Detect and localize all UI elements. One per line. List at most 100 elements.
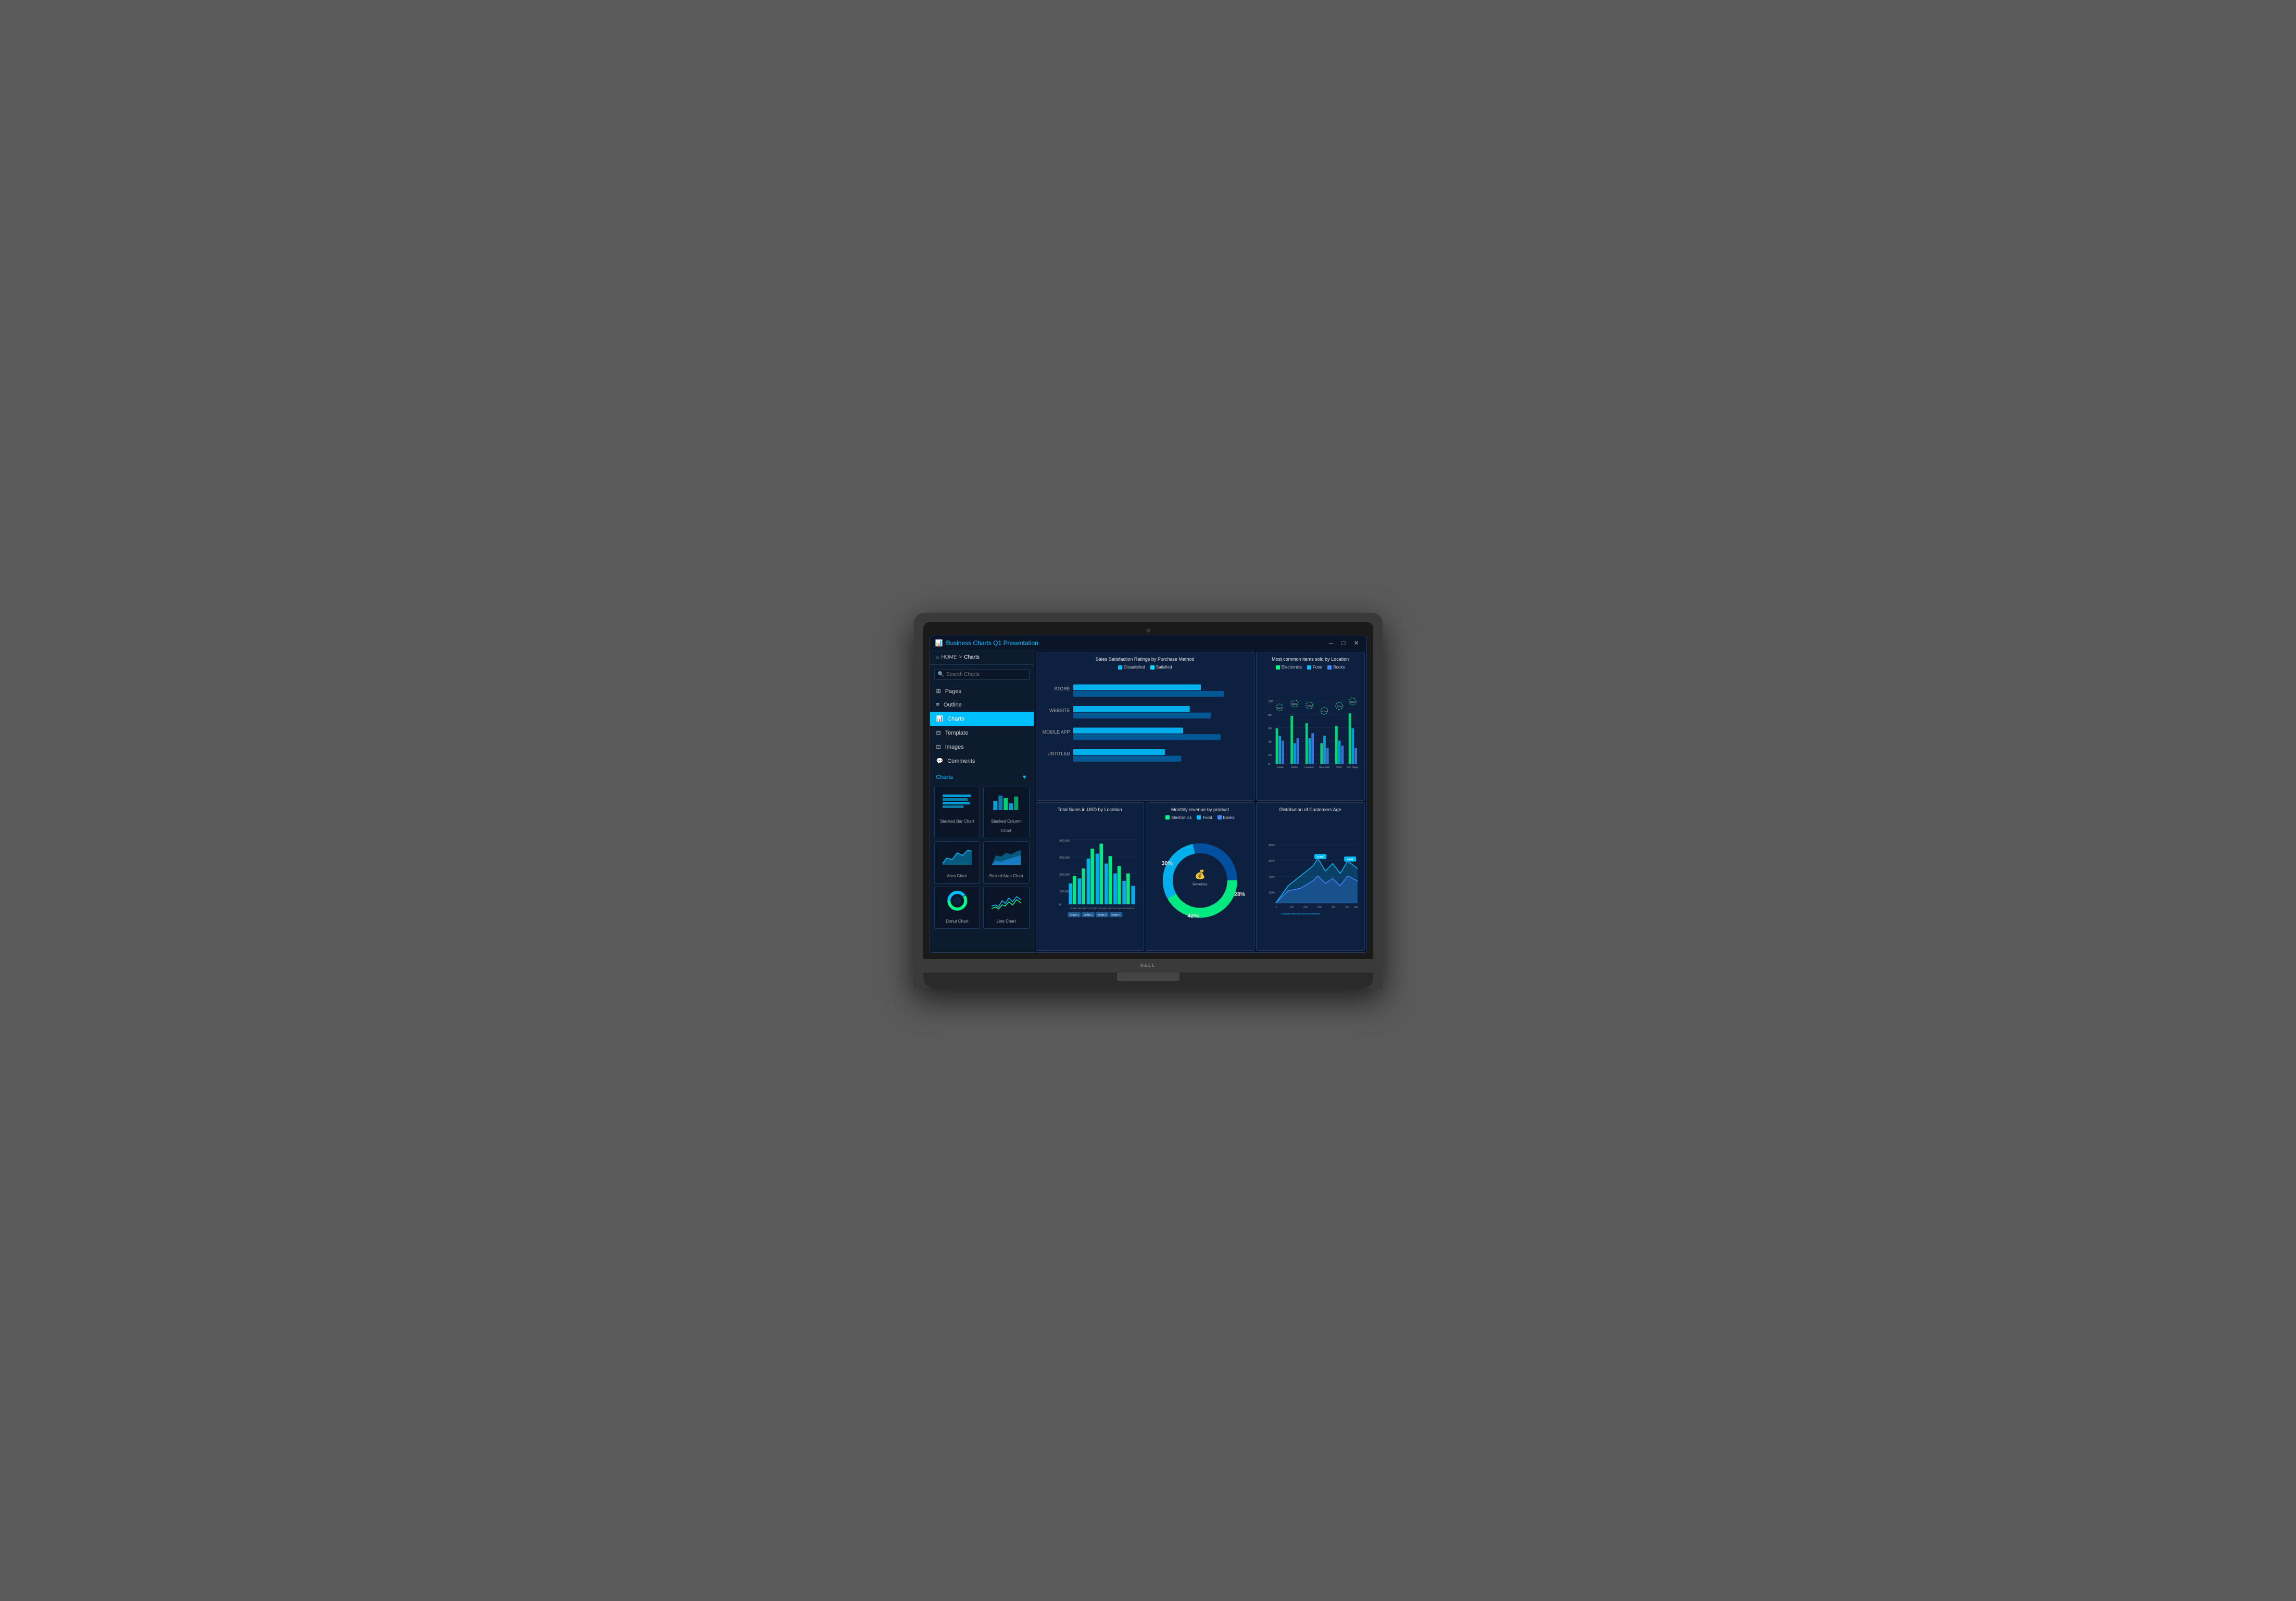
laptop-base — [923, 959, 1373, 969]
svg-text:42%: 42% — [1188, 913, 1199, 919]
sidebar-item-outline[interactable]: ≡ Outline — [930, 698, 1034, 712]
svg-text:42%: 42% — [1322, 710, 1327, 713]
svg-text:FY18: FY18 — [1095, 907, 1099, 910]
svg-text:FY18: FY18 — [1120, 907, 1124, 910]
legend-dot-food — [1307, 665, 1311, 670]
sidebar-item-charts[interactable]: 📊 Charts — [930, 712, 1034, 726]
charts-subsection-header[interactable]: Charts ▼ — [930, 771, 1034, 784]
sidebar-item-comments[interactable]: 💬 Comments — [930, 754, 1034, 768]
svg-text:77%: 77% — [1337, 705, 1342, 709]
monthly-revenue-legend: Electronics Food Books — [1150, 815, 1250, 820]
pages-label: Pages — [945, 688, 961, 695]
rev-dot-food — [1197, 815, 1201, 820]
svg-text:400: 400 — [1331, 905, 1335, 909]
charts-nav-icon: 📊 — [936, 715, 944, 722]
comments-label: Comments — [947, 758, 975, 764]
legend-satisfied: Satisfied — [1150, 665, 1172, 670]
svg-text:UNTITLED: UNTITLED — [1047, 751, 1070, 756]
svg-text:300: 300 — [1318, 905, 1322, 909]
close-button[interactable]: ✕ — [1351, 639, 1361, 647]
svg-text:300,000: 300,000 — [1059, 856, 1070, 860]
total-sales-panel: Total Sales in USD by Location 400,000 3… — [1036, 802, 1145, 951]
charts-subsection-label: Charts — [936, 774, 953, 780]
svg-text:FY16: FY16 — [1070, 907, 1075, 910]
rev-legend-electronics: Electronics — [1165, 815, 1191, 820]
search-icon: 🔍 — [938, 672, 944, 677]
content-area: Sales Satisfaction Ratings by Purchase M… — [1034, 650, 1366, 952]
template-label: Template — [945, 730, 969, 736]
minimize-button[interactable]: ─ — [1327, 639, 1336, 647]
sidebar-item-images[interactable]: ⊡ Images — [930, 740, 1034, 754]
svg-text:New York: New York — [1319, 766, 1330, 769]
svg-text:30%: 30% — [1162, 860, 1173, 866]
breadcrumb-home[interactable]: HOME — [942, 654, 957, 660]
svg-text:San Diego: San Diego — [1347, 766, 1359, 769]
legend-dot-books — [1327, 665, 1332, 670]
svg-text:500: 500 — [1345, 905, 1349, 909]
svg-text:Paris: Paris — [1336, 766, 1342, 769]
rev-books-label: Books — [1223, 815, 1235, 820]
maximize-button[interactable]: □ — [1339, 639, 1347, 647]
legend-dot-satisfied — [1150, 665, 1155, 670]
area-chart-label: Area Chart — [947, 874, 967, 878]
rev-food-label: Food — [1202, 815, 1212, 820]
svg-text:Scope 3: Scope 3 — [1097, 913, 1107, 916]
common-items-legend: Electronics Food Books — [1261, 665, 1360, 670]
svg-text:💰: 💰 — [1195, 869, 1206, 880]
search-box[interactable]: 🔍 — [934, 669, 1030, 680]
svg-text:64%: 64% — [1277, 707, 1282, 710]
outline-icon: ≡ — [936, 702, 939, 708]
svg-text:FY18: FY18 — [1125, 907, 1130, 910]
sidebar-item-template[interactable]: ⊟ Template — [930, 726, 1034, 740]
chart-thumb-stacked-column[interactable]: Stacked Column Chart — [983, 787, 1030, 838]
legend-dissatisfied: Dissatisfied — [1118, 665, 1145, 670]
sidebar-item-pages[interactable]: ⊞ Pages — [930, 684, 1034, 698]
sidebar: ⌂ HOME > Charts 🔍 ⊞ Pages ≡ — [930, 650, 1034, 952]
total-sales-title: Total Sales in USD by Location — [1040, 807, 1140, 812]
svg-text:28%: 28% — [1234, 891, 1246, 898]
rev-dot-electronics — [1165, 815, 1170, 820]
rev-legend-books: Books — [1218, 815, 1235, 820]
svg-text:100,000: 100,000 — [1059, 890, 1070, 893]
svg-text:FY18: FY18 — [1105, 907, 1109, 910]
breadcrumb-separator: > — [959, 654, 962, 660]
monthly-revenue-donut: 💰 Revenue 30% 28% 42% — [1150, 822, 1250, 933]
customers-age-chart: 80% 60% 40% 20% — [1261, 815, 1360, 939]
chevron-down-icon: ▼ — [1022, 774, 1027, 780]
svg-text:200: 200 — [1303, 905, 1308, 909]
svg-text:4,566: 4,566 — [1347, 858, 1353, 861]
sales-satisfaction-title: Sales Satisfaction Ratings by Purchase M… — [1040, 657, 1250, 662]
line-chart-label: Line Chart — [997, 919, 1016, 924]
svg-text:600: 600 — [1354, 905, 1358, 909]
svg-text:0: 0 — [1275, 905, 1277, 909]
svg-text:Scope 4: Scope 4 — [1111, 913, 1121, 916]
svg-text:FY18: FY18 — [1114, 907, 1119, 910]
legend-satisfied-label: Satisfied — [1156, 665, 1172, 670]
comments-icon: 💬 — [936, 758, 944, 764]
search-input[interactable] — [946, 672, 1026, 677]
rev-dot-books — [1218, 815, 1222, 820]
app-icon: 📊 — [935, 639, 943, 647]
breadcrumb: ⌂ HOME > Charts — [930, 650, 1034, 665]
stacked-column-label: Stacked Column Chart — [991, 819, 1022, 833]
webcam — [1146, 628, 1150, 633]
chart-thumb-area[interactable]: Area Chart — [934, 841, 981, 884]
svg-text:100: 100 — [1289, 905, 1294, 909]
svg-text:WEBSITE: WEBSITE — [1049, 708, 1070, 713]
customers-age-title: Distribution of Customers Age — [1261, 807, 1360, 812]
svg-text:Austin: Austin — [1276, 766, 1284, 769]
svg-text:FY17: FY17 — [1090, 907, 1095, 910]
sales-satisfaction-chart: STORE WEBSITE MOBILE APP — [1040, 672, 1250, 785]
svg-text:FY17: FY17 — [1085, 907, 1089, 910]
chart-thumb-stacked-bar[interactable]: Stacked Bar Chart — [934, 787, 981, 838]
svg-text:FY18: FY18 — [1110, 907, 1114, 910]
chart-thumb-donut[interactable]: Donut Chart — [934, 887, 981, 929]
images-icon: ⊡ — [936, 743, 941, 750]
svg-text:0: 0 — [1268, 763, 1270, 766]
chart-thumb-line[interactable]: Line Chart — [983, 887, 1030, 929]
chart-thumb-stacked-area[interactable]: Stcked Area Chart — [983, 841, 1030, 884]
title-bar: 📊 Business Charts Q1 Presentation ─ □ ✕ — [930, 636, 1366, 650]
trackpad[interactable] — [1117, 973, 1180, 981]
window-controls: ─ □ ✕ — [1327, 639, 1361, 647]
svg-text:MOBILE APP: MOBILE APP — [1042, 729, 1070, 735]
